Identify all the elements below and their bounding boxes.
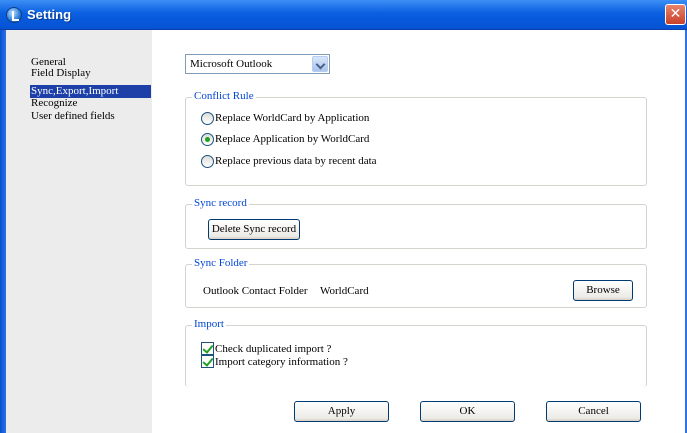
check-import-category[interactable]: Import category information ?: [201, 355, 348, 368]
conflict-rule-group: Conflict Rule Replace WorldCard by Appli…: [185, 90, 647, 186]
radio-button[interactable]: [201, 154, 214, 168]
application-select-value: Microsoft Outlook: [190, 58, 273, 70]
sync-folder-title: Sync Folder: [192, 257, 250, 270]
radio-label: Replace previous data by recent data: [215, 155, 377, 167]
sync-record-group: Sync record Delete Sync record: [185, 197, 647, 249]
sync-record-title: Sync record: [192, 197, 249, 210]
checkbox-label: Check duplicated import ?: [215, 342, 332, 355]
radio-button[interactable]: [201, 111, 214, 125]
sync-folder-label: Outlook Contact Folder: [203, 285, 308, 297]
checkbox-checked[interactable]: [201, 355, 214, 368]
close-button[interactable]: ✕: [665, 4, 686, 25]
checkbox-checked[interactable]: [201, 342, 214, 355]
browse-button[interactable]: Browse: [573, 280, 633, 301]
ok-button[interactable]: OK: [420, 401, 515, 422]
radio-label: Replace WorldCard by Application: [215, 112, 370, 124]
cancel-button[interactable]: Cancel: [546, 401, 641, 422]
app-icon: [6, 7, 22, 23]
title-bar: Setting ✕: [0, 0, 687, 30]
window-title: Setting: [27, 7, 72, 22]
sync-folder-value: WorldCard: [320, 285, 369, 297]
sidebar-item-user-defined-fields[interactable]: User defined fields: [30, 110, 117, 123]
radio-replace-previous[interactable]: Replace previous data by recent data: [201, 154, 377, 168]
settings-panel: Microsoft Outlook Conflict Rule Replace …: [152, 30, 685, 433]
radio-button-checked[interactable]: [201, 132, 214, 146]
sync-folder-group: Sync Folder Outlook Contact Folder World…: [185, 257, 647, 308]
conflict-rule-title: Conflict Rule: [192, 90, 256, 103]
application-select[interactable]: Microsoft Outlook: [185, 54, 330, 74]
delete-sync-record-button[interactable]: Delete Sync record: [208, 219, 300, 240]
chevron-down-icon[interactable]: [312, 56, 328, 72]
radio-replace-worldcard[interactable]: Replace WorldCard by Application: [201, 111, 369, 125]
radio-label: Replace Application by WorldCard: [215, 133, 370, 145]
import-group: Import Check duplicated import ? Import …: [185, 318, 647, 387]
apply-button[interactable]: Apply: [294, 401, 389, 422]
close-icon: ✕: [669, 6, 682, 22]
radio-replace-application[interactable]: Replace Application by WorldCard: [201, 132, 369, 146]
sidebar-item-field-display[interactable]: Field Display: [30, 67, 93, 80]
checkbox-label: Import category information ?: [215, 355, 348, 368]
settings-sidebar: General Field Display Sync,Export,Import…: [6, 30, 152, 433]
sidebar-item-recognize[interactable]: Recognize: [30, 97, 79, 110]
check-duplicated-import[interactable]: Check duplicated import ?: [201, 342, 331, 355]
import-title: Import: [192, 318, 226, 331]
